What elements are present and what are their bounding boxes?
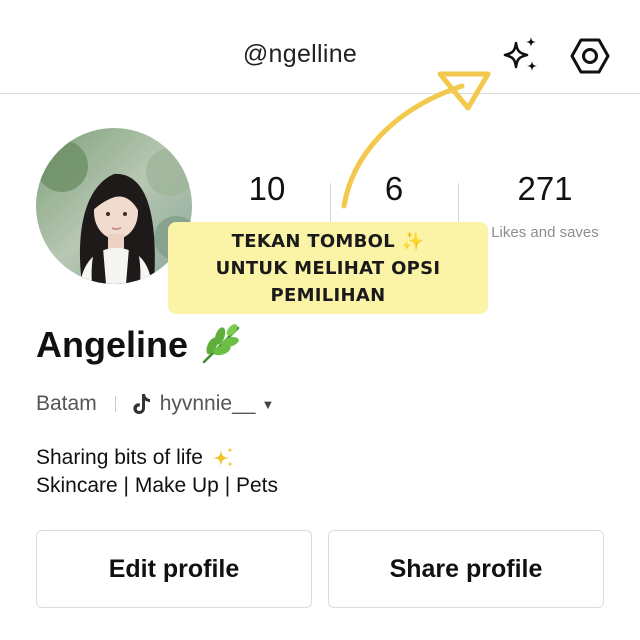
bio-line: Skincare | Make Up | Pets bbox=[36, 472, 278, 500]
meta-row: Batam hyvnnie__ ▼ bbox=[36, 392, 274, 416]
stat-followers[interactable]: 6 bbox=[345, 170, 443, 224]
tooltip-line: TEKAN TOMBOL ✨ bbox=[231, 230, 425, 252]
sparkle-icon bbox=[503, 37, 537, 71]
dropdown-caret-icon[interactable]: ▼ bbox=[261, 397, 274, 412]
stat-likes-label: Likes and saves bbox=[491, 224, 599, 241]
stat-likes-saves[interactable]: 271 Likes and saves bbox=[480, 170, 610, 241]
settings-button[interactable] bbox=[568, 34, 612, 78]
stat-divider bbox=[458, 183, 459, 225]
bio-line: Sharing bits of life bbox=[36, 444, 278, 472]
herb-leaf-icon bbox=[202, 324, 240, 364]
bio-text: Sharing bits of life bbox=[36, 446, 203, 469]
linked-account-link[interactable]: hyvnnie__ bbox=[160, 392, 256, 416]
meta-divider bbox=[114, 396, 116, 412]
sparkle-button[interactable] bbox=[496, 34, 544, 78]
tooltip-line: UNTUK MELIHAT OPSI bbox=[215, 257, 441, 279]
edit-profile-button[interactable]: Edit profile bbox=[36, 530, 312, 608]
hexagon-settings-icon bbox=[570, 38, 610, 74]
tiktok-icon bbox=[133, 394, 150, 414]
sparkles-icon bbox=[212, 447, 233, 467]
stat-followers-value: 6 bbox=[384, 170, 404, 207]
bio-text: Skincare | Make Up | Pets bbox=[36, 474, 279, 497]
tooltip-line: PEMILIHAN bbox=[270, 284, 386, 306]
stat-likes-value: 271 bbox=[517, 170, 573, 207]
profile-name: Angeline bbox=[36, 324, 189, 365]
location-text: Batam bbox=[36, 392, 97, 415]
stat-divider bbox=[330, 183, 331, 225]
name-row: Angeline bbox=[36, 322, 244, 368]
bio: Sharing bits of life Skincare | Make Up … bbox=[36, 444, 278, 500]
stat-following[interactable]: 10 bbox=[215, 170, 319, 224]
share-profile-button[interactable]: Share profile bbox=[328, 530, 604, 608]
stat-following-value: 10 bbox=[248, 170, 286, 207]
top-bar: @ngelline bbox=[0, 0, 640, 94]
tutorial-tooltip: TEKAN TOMBOL ✨ UNTUK MELIHAT OPSI PEMILI… bbox=[168, 222, 488, 314]
